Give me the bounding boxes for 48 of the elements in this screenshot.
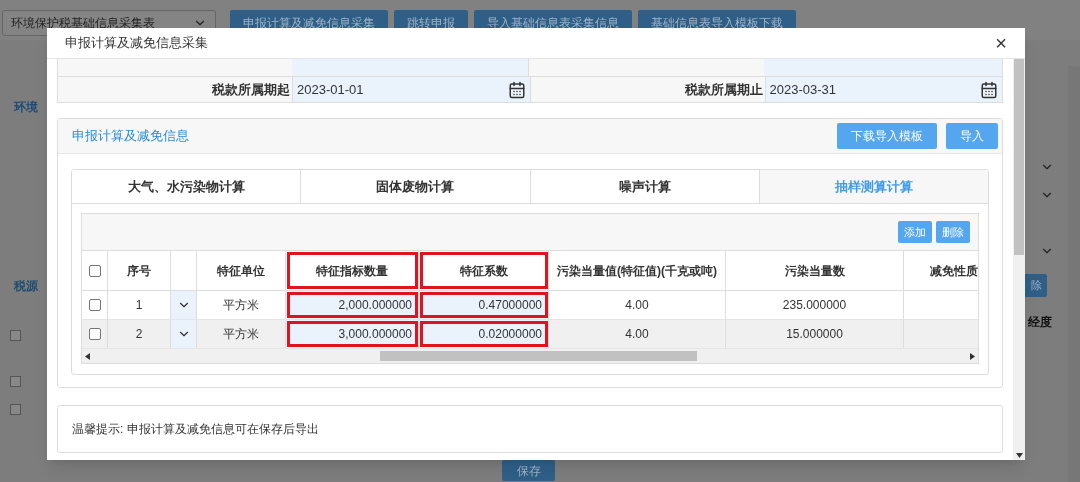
column-header: 特征系数 (419, 251, 549, 290)
calendar-icon (980, 80, 998, 99)
header-button[interactable]: 导入 (946, 123, 998, 149)
column-header: 特征指标数量 (286, 251, 419, 290)
field-label: 税款所属期起 (58, 77, 292, 102)
column-header: 序号 (108, 251, 171, 290)
field-label: 税款所属期止 (530, 77, 765, 102)
number-input[interactable]: 2,000.000000 (286, 291, 419, 319)
table-cell: 4.00 (549, 291, 726, 319)
horizontal-scrollbar[interactable] (82, 349, 978, 363)
checkbox[interactable] (10, 376, 21, 387)
checkbox[interactable] (10, 404, 21, 415)
vertical-scrollbar[interactable] (1013, 59, 1025, 460)
notice-text: 温馨提示: 申报计算及减免信息可在保存后导出 (72, 421, 319, 438)
header-button[interactable]: 下载导入模板 (837, 123, 937, 149)
column-header: 污染当量值(特征值)(千克或吨) (549, 251, 726, 290)
checkbox[interactable] (10, 330, 21, 341)
section-title: 申报计算及减免信息 (72, 127, 189, 146)
toolbar-button[interactable]: 添加 (898, 221, 932, 243)
checkbox[interactable] (88, 328, 101, 340)
close-button[interactable]: × (995, 33, 1007, 53)
toolbar-button[interactable]: 删除 (936, 221, 970, 243)
column-header: 减免性质 (904, 251, 978, 290)
checkbox[interactable] (88, 264, 101, 277)
checkbox[interactable] (88, 299, 101, 311)
dropdown-cell[interactable] (171, 291, 197, 319)
tab[interactable]: 抽样测算计算 (758, 170, 988, 203)
table-cell: 4.00 (549, 320, 726, 348)
left-arrow-icon (85, 352, 90, 360)
column-header: 污染当量数 (726, 251, 904, 290)
calendar-icon (507, 80, 526, 99)
table-cell: 15.000000 (726, 320, 904, 348)
date-field[interactable]: 2023-03-31 (764, 77, 1002, 102)
column-header: 经度 (1028, 314, 1052, 331)
down-arrow-icon (1015, 453, 1023, 458)
delete-button[interactable]: 除 (1025, 274, 1047, 297)
save-button[interactable]: 保存 (502, 460, 555, 481)
dropdown-cell[interactable] (171, 320, 197, 348)
table-cell: 235.000000 (726, 291, 904, 319)
dialog-title: 申报计算及减免信息采集 (65, 34, 208, 53)
date-field[interactable]: 2023-01-01 (292, 77, 530, 102)
number-input[interactable]: 0.47000000 (419, 291, 549, 319)
section-title: 环境 (14, 99, 38, 116)
section-title: 税源 (14, 278, 38, 295)
number-input[interactable]: 3,000.000000 (286, 320, 419, 348)
right-arrow-icon (970, 352, 975, 360)
column-header: 特征单位 (197, 251, 286, 290)
number-input[interactable]: 0.02000000 (419, 320, 549, 348)
